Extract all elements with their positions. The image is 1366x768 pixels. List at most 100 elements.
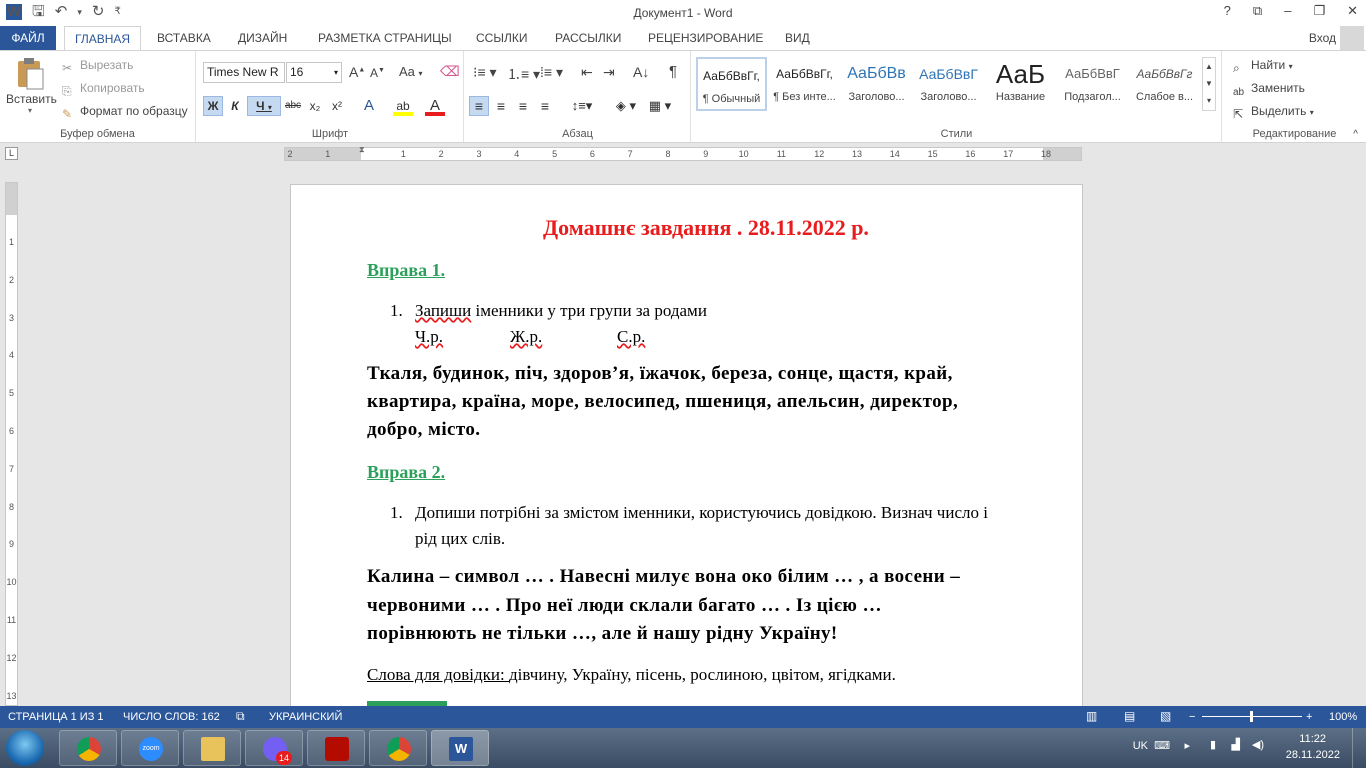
zoom-slider-thumb[interactable] (1250, 711, 1253, 722)
shading-icon[interactable]: ◈ ▾ (611, 96, 641, 116)
minimize-icon[interactable]: – (1284, 3, 1291, 19)
style-sample: АаБбВвГг, (703, 69, 760, 83)
justify-icon[interactable]: ≡ (535, 96, 555, 116)
align-center-icon[interactable]: ≡ (491, 96, 511, 116)
style-normal[interactable]: АаБбВвГг, ¶ Обычный (696, 57, 767, 111)
tab-page-layout[interactable]: РАЗМЕТКА СТРАНИЦЫ (308, 26, 462, 50)
taskbar-acrobat[interactable] (307, 730, 365, 766)
subscript-button[interactable]: x₂ (305, 96, 325, 116)
style-heading-1[interactable]: АаБбВв Заголово... (841, 57, 912, 111)
tab-design[interactable]: ДИЗАЙН (228, 26, 297, 50)
paste-button[interactable]: Вставить ▾ (6, 57, 57, 115)
replace-button[interactable]: ab Заменить (1233, 81, 1305, 101)
keyboard-icon[interactable]: ⌨ (1154, 739, 1170, 752)
tab-mailings[interactable]: РАССЫЛКИ (545, 26, 631, 50)
ruler-number: 13 (852, 149, 863, 159)
borders-icon[interactable]: ▦ ▾ (645, 96, 675, 116)
avatar[interactable] (1340, 26, 1364, 50)
battery-icon[interactable]: ▮ (1210, 738, 1216, 751)
taskbar-word[interactable]: W (431, 730, 489, 766)
network-icon[interactable]: ▟ (1232, 738, 1240, 751)
taskbar-chrome[interactable] (59, 730, 117, 766)
style-title[interactable]: АаБ Название (985, 57, 1056, 111)
tab-home[interactable]: ГЛАВНАЯ (64, 26, 142, 51)
document-page[interactable]: Домашнє завдання . 28.11.2022 р. Вправа … (290, 184, 1083, 714)
tab-review[interactable]: РЕЦЕНЗИРОВАНИЕ (638, 26, 773, 50)
page-count[interactable]: СТРАНИЦА 1 ИЗ 1 (8, 711, 104, 723)
italic-button[interactable]: К (225, 96, 245, 116)
sign-in-link[interactable]: Вход (1309, 31, 1336, 45)
find-button[interactable]: ⌕ Найти ▾ (1233, 58, 1293, 75)
tab-selector[interactable]: L (5, 147, 18, 160)
web-layout-icon[interactable]: ▧ (1160, 709, 1171, 723)
cut-button[interactable]: ✂ Вырезать (62, 58, 133, 75)
taskbar-explorer[interactable] (183, 730, 241, 766)
print-layout-icon[interactable]: ▤ (1124, 709, 1135, 723)
superscript-button[interactable]: x² (327, 96, 347, 116)
underline-button[interactable]: Ч ▾ (247, 96, 281, 116)
indent-marker-icon[interactable]: ⧗ (359, 145, 365, 155)
hint-line: Слова для довідки: дівчину, Україну, піс… (367, 665, 896, 685)
tab-insert[interactable]: ВСТАВКА (147, 26, 221, 50)
tab-view[interactable]: ВИД (775, 26, 820, 50)
horizontal-ruler[interactable]: 2 1 1 2 3 4 5 6 7 8 9 10 11 12 13 14 15 16 17 18 ⧗ (284, 145, 1082, 161)
paste-dropdown-icon[interactable]: ▾ (6, 106, 54, 115)
restore-icon[interactable]: ❐ (1313, 3, 1325, 19)
strikethrough-button[interactable]: abc (283, 96, 303, 116)
bold-button[interactable]: Ж (203, 96, 223, 116)
show-desktop-button[interactable] (1352, 728, 1366, 768)
style-subtle-emphasis[interactable]: АаБбВвГг Слабое в... (1129, 57, 1200, 111)
shrink-font-icon[interactable]: A▼ (370, 66, 385, 80)
font-name-field[interactable]: Times New R (203, 62, 285, 83)
select-button[interactable]: ⇱ Выделить ▾ (1233, 104, 1314, 121)
language-indicator[interactable]: УКРАИНСКИЙ (269, 711, 342, 723)
proofing-icon[interactable]: ⧉ (236, 709, 245, 724)
clock-date[interactable]: 28.11.2022 (1286, 749, 1340, 761)
word-count[interactable]: ЧИСЛО СЛОВ: 162 (123, 711, 220, 723)
close-icon[interactable]: ✕ (1347, 3, 1358, 19)
tab-references[interactable]: ССЫЛКИ (466, 26, 537, 50)
line-spacing-icon[interactable]: ↕≡▾ (567, 96, 597, 116)
font-color-icon[interactable]: A (425, 96, 445, 116)
zoom-out-icon[interactable]: − (1189, 711, 1195, 723)
taskbar-zoom[interactable]: zoom (121, 730, 179, 766)
align-right-icon[interactable]: ≡ (513, 96, 533, 116)
style-no-spacing[interactable]: АаБбВвГг, ¶ Без инте... (769, 57, 840, 111)
show-formatting-icon[interactable]: ¶ (669, 63, 677, 80)
multilevel-list-icon[interactable]: ⁞≡ ▾ (540, 64, 563, 81)
tray-arrow-icon[interactable]: ▸ (1184, 739, 1190, 752)
input-language[interactable]: UK (1133, 740, 1148, 752)
ribbon-display-icon[interactable]: ⧉ (1253, 3, 1262, 19)
zoom-level[interactable]: 100% (1329, 711, 1357, 723)
bullets-icon[interactable]: ⁝≡ ▾ (473, 64, 497, 81)
style-subtitle[interactable]: АаБбВвГ Подзагол... (1057, 57, 1128, 111)
taskbar-viber[interactable]: 14 (245, 730, 303, 766)
grow-font-icon[interactable]: A▲ (349, 64, 365, 80)
zoom-in-icon[interactable]: + (1306, 711, 1312, 723)
clear-formatting-icon[interactable]: ⌫ (440, 63, 460, 80)
font-size-field[interactable]: 16 ▾ (286, 62, 342, 83)
decrease-indent-icon[interactable]: ⇤ (581, 64, 593, 81)
read-mode-icon[interactable]: ▥ (1086, 709, 1097, 723)
tab-file[interactable]: ФАЙЛ (0, 26, 56, 50)
sort-icon[interactable]: A↓ (633, 64, 649, 80)
font-size-dropdown-icon[interactable]: ▾ (334, 63, 338, 82)
format-painter-button[interactable]: ✎ Формат по образцу (62, 104, 188, 121)
text-effects-icon[interactable]: A (359, 96, 379, 116)
style-heading-2[interactable]: АаБбВвГ Заголово... (913, 57, 984, 111)
volume-icon[interactable]: ◀) (1252, 738, 1264, 751)
taskbar-chrome-2[interactable] (369, 730, 427, 766)
start-button[interactable] (6, 730, 44, 766)
highlight-icon[interactable]: ab (393, 96, 413, 116)
vertical-ruler[interactable]: 1 2 3 4 5 6 7 8 9 10 11 12 13 (5, 182, 18, 706)
align-left-icon[interactable]: ≡ (469, 96, 489, 116)
copy-button[interactable]: ⎘ Копировать (62, 81, 145, 98)
help-icon[interactable]: ? (1224, 3, 1231, 19)
collapse-ribbon-icon[interactable]: ^ (1353, 129, 1358, 140)
numbering-icon[interactable]: ⒈≡ ▾ (507, 64, 540, 84)
styles-scroll[interactable]: ▲ ▼ ▾ (1202, 57, 1216, 111)
change-case-button[interactable]: Aa ▾ (399, 64, 423, 79)
ruler-number: 2 (287, 149, 293, 159)
clock-time[interactable]: 11:22 (1299, 733, 1326, 745)
increase-indent-icon[interactable]: ⇥ (603, 64, 615, 81)
